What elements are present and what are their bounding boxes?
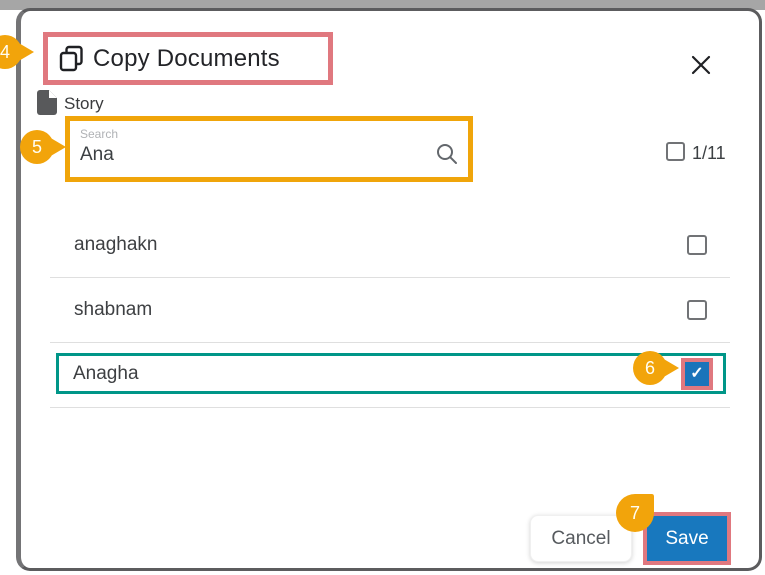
badge-pointer [49,137,66,157]
close-icon [690,54,712,76]
badge-number: 7 [629,502,640,523]
save-button[interactable]: Save [647,516,727,561]
screen: Copy Documents Story Search Ana 1/11 ana… [0,0,765,575]
search-icon[interactable] [435,142,459,166]
list-item-label: shabnam [74,298,153,320]
select-all-checkbox[interactable] [666,142,685,161]
selection-counter: 1/11 [692,143,726,163]
badge-number: 4 [0,41,10,62]
list-item-checkbox-checked[interactable]: ✓ [681,357,713,390]
doc-type-row: Story [36,89,104,116]
search-field-label: Search [80,127,119,141]
copy-icon [58,45,85,73]
annotation-box-save: Save [643,512,731,565]
list-item[interactable]: anaghakn [50,212,730,277]
list-item-label: anaghakn [74,233,158,255]
badge-number: 6 [644,357,655,378]
list-item[interactable]: shabnam [50,277,730,342]
list-item-checkbox[interactable] [687,299,707,320]
close-button[interactable] [686,50,716,80]
checkmark-icon: ✓ [690,364,704,382]
annotation-box-selected-row[interactable]: Anagha ✓ [56,353,726,394]
cancel-button[interactable]: Cancel [530,515,632,562]
annotation-badge-5: 5 [20,130,66,164]
annotation-badge-7: 7 [616,494,654,532]
document-icon [36,89,58,116]
divider [50,342,730,343]
badge-pointer [17,42,34,62]
badge-pointer [662,358,679,378]
search-input[interactable] [80,144,420,166]
dialog-title: Copy Documents [93,44,280,72]
divider [50,407,730,408]
list-item-label: Anagha [73,362,139,384]
annotation-box-title: Copy Documents [43,32,333,85]
list-item-checkbox[interactable] [687,234,707,255]
annotation-badge-6: 6 [633,351,679,385]
doc-type-label: Story [64,94,104,113]
annotation-box-search: Search [65,116,473,182]
badge-number: 5 [31,136,42,157]
